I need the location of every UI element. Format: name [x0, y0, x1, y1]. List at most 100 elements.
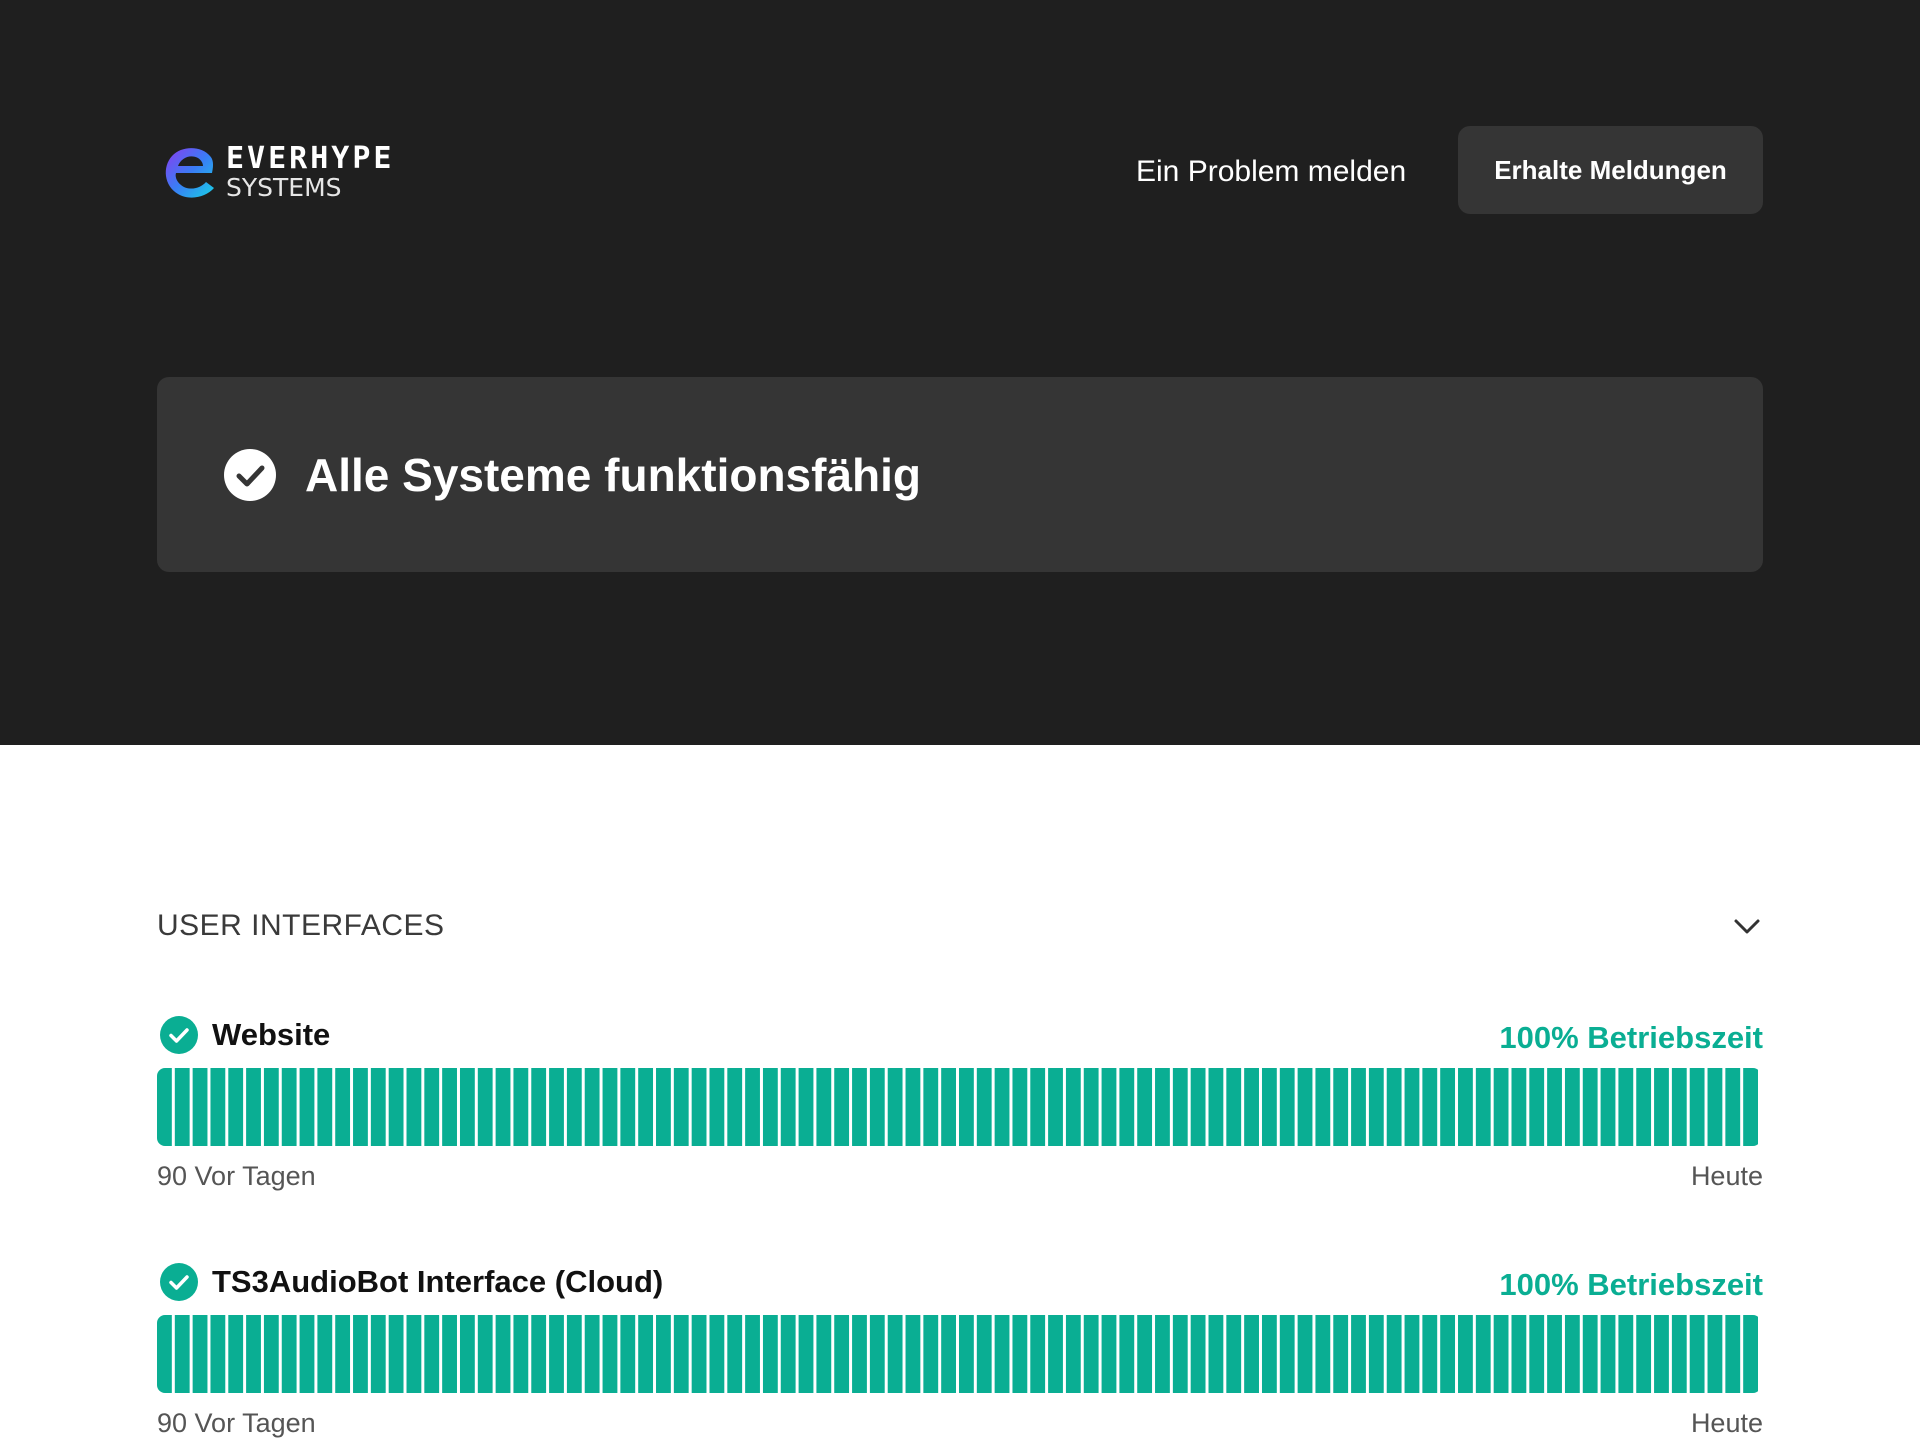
- uptime-day-bar[interactable]: [1386, 1068, 1402, 1146]
- uptime-day-bar[interactable]: [1137, 1315, 1153, 1393]
- uptime-day-bar[interactable]: [976, 1315, 992, 1393]
- uptime-day-bar[interactable]: [531, 1315, 547, 1393]
- uptime-day-bar[interactable]: [762, 1068, 778, 1146]
- uptime-day-bar[interactable]: [370, 1315, 386, 1393]
- subscribe-button[interactable]: Erhalte Meldungen: [1458, 126, 1763, 214]
- uptime-day-bar[interactable]: [941, 1315, 956, 1393]
- uptime-day-bar[interactable]: [549, 1315, 564, 1393]
- uptime-day-bar[interactable]: [1172, 1315, 1188, 1393]
- uptime-day-bar[interactable]: [442, 1315, 457, 1393]
- uptime-day-bar[interactable]: [1707, 1068, 1723, 1146]
- uptime-day-bar[interactable]: [1422, 1068, 1438, 1146]
- uptime-day-bar[interactable]: [602, 1315, 618, 1393]
- uptime-day-bar[interactable]: [869, 1315, 885, 1393]
- uptime-day-bar[interactable]: [424, 1068, 440, 1146]
- uptime-day-bar[interactable]: [228, 1315, 244, 1393]
- uptime-day-bar[interactable]: [1368, 1315, 1384, 1393]
- uptime-day-bar[interactable]: [887, 1068, 903, 1146]
- uptime-day-bar[interactable]: [1279, 1068, 1295, 1146]
- uptime-day-bar[interactable]: [317, 1068, 333, 1146]
- uptime-day-bar[interactable]: [709, 1068, 725, 1146]
- uptime-day-bar[interactable]: [656, 1315, 671, 1393]
- uptime-day-bar[interactable]: [673, 1315, 689, 1393]
- uptime-day-bar[interactable]: [584, 1315, 600, 1393]
- uptime-day-bar[interactable]: [1261, 1068, 1277, 1146]
- uptime-day-bar[interactable]: [406, 1068, 422, 1146]
- uptime-day-bar[interactable]: [1351, 1068, 1366, 1146]
- uptime-day-bar[interactable]: [549, 1068, 564, 1146]
- uptime-day-bar[interactable]: [246, 1068, 261, 1146]
- uptime-day-bar[interactable]: [1529, 1315, 1545, 1393]
- uptime-day-bar[interactable]: [1600, 1068, 1616, 1146]
- uptime-day-bar[interactable]: [1440, 1068, 1456, 1146]
- uptime-day-bar[interactable]: [816, 1315, 832, 1393]
- uptime-day-bar[interactable]: [691, 1315, 707, 1393]
- uptime-day-bar[interactable]: [1440, 1315, 1456, 1393]
- uptime-day-bar[interactable]: [834, 1315, 850, 1393]
- uptime-day-bar[interactable]: [1725, 1315, 1741, 1393]
- uptime-day-bar[interactable]: [1493, 1068, 1509, 1146]
- uptime-day-bar[interactable]: [1244, 1068, 1259, 1146]
- uptime-day-bar[interactable]: [388, 1068, 404, 1146]
- uptime-day-bar[interactable]: [584, 1068, 600, 1146]
- uptime-day-bar[interactable]: [1511, 1315, 1527, 1393]
- uptime-day-bar[interactable]: [1743, 1315, 1758, 1393]
- uptime-day-bar[interactable]: [566, 1068, 582, 1146]
- uptime-day-bar[interactable]: [1707, 1315, 1723, 1393]
- uptime-day-bar[interactable]: [531, 1068, 547, 1146]
- uptime-day-bar[interactable]: [1297, 1068, 1313, 1146]
- uptime-day-bar[interactable]: [762, 1315, 778, 1393]
- uptime-day-bar[interactable]: [1208, 1068, 1224, 1146]
- uptime-day-bar[interactable]: [1618, 1315, 1634, 1393]
- uptime-day-bar[interactable]: [1689, 1068, 1705, 1146]
- uptime-day-bar[interactable]: [1101, 1068, 1117, 1146]
- uptime-day-bar[interactable]: [1654, 1315, 1669, 1393]
- uptime-day-bar[interactable]: [798, 1068, 814, 1146]
- uptime-day-bar[interactable]: [1654, 1068, 1669, 1146]
- uptime-day-bar[interactable]: [727, 1068, 743, 1146]
- uptime-day-bar[interactable]: [852, 1315, 867, 1393]
- uptime-day-bar[interactable]: [1582, 1068, 1598, 1146]
- uptime-day-bar[interactable]: [1422, 1315, 1438, 1393]
- uptime-day-bar[interactable]: [1600, 1315, 1616, 1393]
- uptime-day-bar[interactable]: [1511, 1068, 1527, 1146]
- uptime-day-bar[interactable]: [246, 1315, 261, 1393]
- uptime-day-bar[interactable]: [1119, 1068, 1135, 1146]
- uptime-day-bar[interactable]: [1547, 1068, 1562, 1146]
- uptime-day-bar[interactable]: [709, 1315, 725, 1393]
- uptime-day-bar[interactable]: [959, 1068, 974, 1146]
- uptime-day-bar[interactable]: [210, 1068, 226, 1146]
- uptime-day-bar[interactable]: [673, 1068, 689, 1146]
- uptime-day-bar[interactable]: [1529, 1068, 1545, 1146]
- uptime-day-bar[interactable]: [174, 1068, 190, 1146]
- uptime-day-bar[interactable]: [299, 1068, 315, 1146]
- uptime-day-bar[interactable]: [691, 1068, 707, 1146]
- uptime-day-bar[interactable]: [798, 1315, 814, 1393]
- uptime-day-bar[interactable]: [459, 1315, 475, 1393]
- uptime-day-bar[interactable]: [1155, 1315, 1170, 1393]
- uptime-day-bar[interactable]: [1404, 1315, 1420, 1393]
- uptime-day-bar[interactable]: [353, 1068, 368, 1146]
- uptime-day-bar[interactable]: [335, 1315, 351, 1393]
- uptime-day-bar[interactable]: [1048, 1315, 1063, 1393]
- uptime-day-bar[interactable]: [869, 1068, 885, 1146]
- uptime-day-bar[interactable]: [1618, 1068, 1634, 1146]
- uptime-day-bar[interactable]: [157, 1315, 172, 1393]
- uptime-day-bar[interactable]: [1671, 1068, 1687, 1146]
- uptime-day-bar[interactable]: [1048, 1068, 1063, 1146]
- uptime-day-bar[interactable]: [1065, 1068, 1081, 1146]
- uptime-day-bar[interactable]: [174, 1315, 190, 1393]
- uptime-day-bar[interactable]: [1208, 1315, 1224, 1393]
- uptime-day-bar[interactable]: [370, 1068, 386, 1146]
- uptime-day-bar[interactable]: [1386, 1315, 1402, 1393]
- uptime-day-bar[interactable]: [1030, 1068, 1046, 1146]
- uptime-day-bar[interactable]: [1368, 1068, 1384, 1146]
- uptime-day-bar[interactable]: [620, 1315, 636, 1393]
- uptime-day-bar[interactable]: [994, 1315, 1010, 1393]
- uptime-day-bar[interactable]: [192, 1068, 208, 1146]
- uptime-day-bar[interactable]: [495, 1315, 511, 1393]
- uptime-day-bar[interactable]: [1564, 1068, 1580, 1146]
- uptime-day-bar[interactable]: [834, 1068, 850, 1146]
- uptime-day-bar[interactable]: [1226, 1068, 1242, 1146]
- uptime-day-bar[interactable]: [1671, 1315, 1687, 1393]
